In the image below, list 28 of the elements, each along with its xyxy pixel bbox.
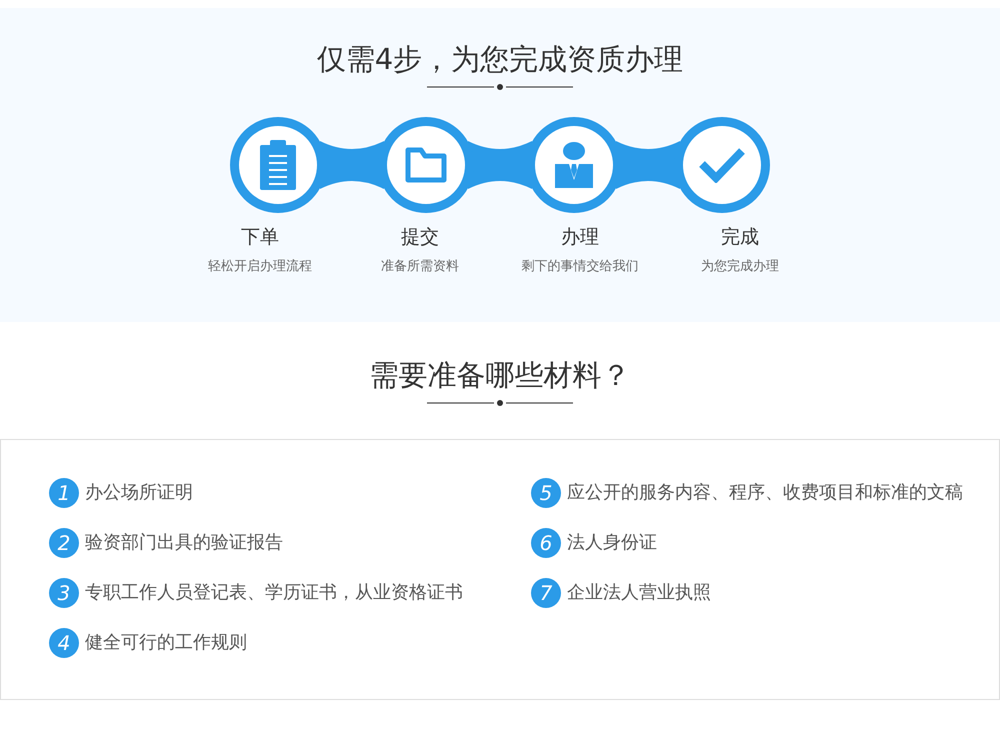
step-name: 提交 <box>401 224 439 250</box>
number-badge: 6 <box>531 528 561 558</box>
step-description: 轻松开启办理流程 <box>208 258 312 276</box>
number-badge: 2 <box>49 528 79 558</box>
checkmark-icon <box>699 146 745 183</box>
section-title: 仅需4步，为您完成资质办理 <box>316 42 684 77</box>
step-description: 剩下的事情交给我们 <box>522 258 638 276</box>
material-item: 法人身份证 <box>567 531 657 556</box>
material-item: 应公开的服务内容、程序、收费项目和标准的文稿 <box>567 481 963 506</box>
person-icon <box>555 142 593 188</box>
material-item: 专职工作人员登记表、学历证书，从业资格证书 <box>85 581 463 606</box>
number-badge: 7 <box>531 578 561 608</box>
number-badge: 3 <box>49 578 79 608</box>
number-badge: 1 <box>49 478 79 508</box>
step-name: 完成 <box>721 224 759 250</box>
section-title: 需要准备哪些材料？ <box>368 358 632 393</box>
clipboard-icon <box>260 140 296 190</box>
material-item: 办公场所证明 <box>85 481 193 506</box>
step-description: 准备所需资料 <box>381 258 459 276</box>
step-description: 为您完成办理 <box>701 258 779 276</box>
number-badge: 5 <box>531 478 561 508</box>
material-item: 企业法人营业执照 <box>567 581 711 606</box>
number-badge: 4 <box>49 628 79 658</box>
material-item: 健全可行的工作规则 <box>85 631 247 656</box>
step-name: 办理 <box>561 224 599 250</box>
step-name: 下单 <box>241 224 279 250</box>
folder-icon <box>405 146 447 183</box>
material-item: 验资部门出具的验证报告 <box>85 531 283 556</box>
